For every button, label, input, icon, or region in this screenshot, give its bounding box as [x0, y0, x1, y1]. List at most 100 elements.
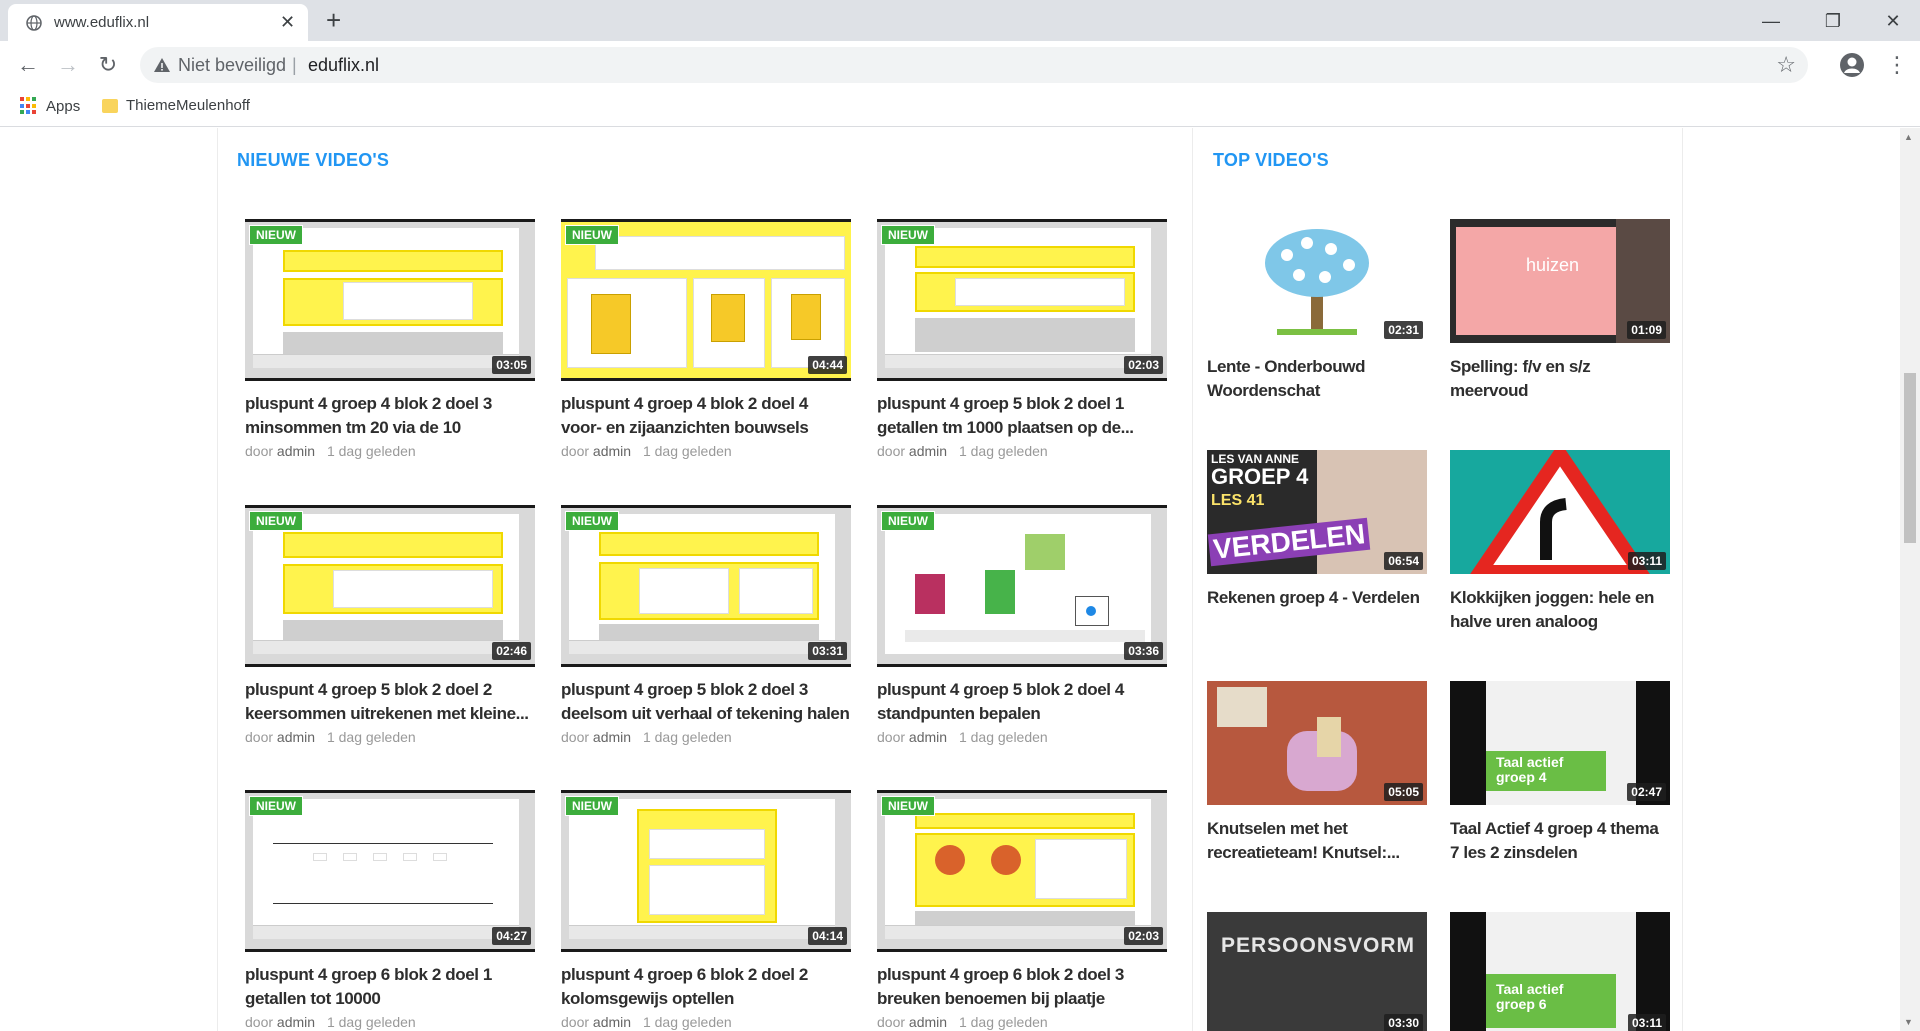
security-status[interactable]: Niet beveiligd — [178, 55, 286, 76]
restore-button[interactable]: ❐ — [1810, 6, 1856, 36]
video-thumbnail[interactable]: PERSOONSVORM 03:30 — [1207, 912, 1427, 1031]
video-card[interactable]: NIEUW 02:03 pluspunt 4 groep 6 blok 2 do… — [877, 790, 1167, 1030]
top-videos-heading: TOP VIDEO'S — [1213, 150, 1329, 170]
video-title[interactable]: pluspunt 4 groep 4 blok 2 doel 4 voor- e… — [561, 392, 851, 440]
video-card[interactable]: NIEUW 04:14 pluspunt 4 groep 6 blok 2 do… — [561, 790, 851, 1030]
video-thumbnail[interactable]: Taal actief groep 6 03:11 — [1450, 912, 1670, 1031]
top-video-card[interactable]: Taal actief groep 4 02:47 Taal Actief 4 … — [1450, 681, 1670, 865]
meta-by: door — [561, 729, 590, 745]
top-video-card[interactable]: PERSOONSVORM 03:30 — [1207, 912, 1427, 1031]
thumb-text: Taal actief groep 4 — [1496, 754, 1564, 785]
video-thumbnail[interactable]: NIEUW 03:05 — [245, 219, 535, 381]
video-thumbnail[interactable]: 03:11 — [1450, 450, 1670, 574]
scroll-down-icon[interactable]: ▼ — [1904, 1017, 1913, 1027]
author-link[interactable]: admin — [909, 1014, 947, 1030]
tab-close-icon[interactable]: ✕ — [280, 12, 295, 32]
duration-badge: 02:03 — [1124, 356, 1163, 374]
video-thumbnail[interactable]: NIEUW 02:46 — [245, 505, 535, 667]
star-icon[interactable]: ☆ — [1776, 52, 1796, 78]
slide-image — [253, 228, 519, 368]
thumb-text: PERSOONSVORM — [1221, 934, 1416, 957]
browser-tab[interactable]: www.eduflix.nl ✕ — [8, 4, 308, 41]
video-thumbnail[interactable]: NIEUW 02:03 — [877, 219, 1167, 381]
author-link[interactable]: admin — [593, 729, 631, 745]
top-video-card[interactable]: LES VAN ANNE GROEP 4 LES 41 VERDELEN 06:… — [1207, 450, 1427, 610]
author-link[interactable]: admin — [277, 443, 315, 459]
page-viewport: NIEUWE VIDEO'S TOP VIDEO'S NIEUW 03:05 p… — [0, 128, 1900, 1031]
video-thumbnail[interactable]: NIEUW 02:03 — [877, 790, 1167, 952]
video-title[interactable]: pluspunt 4 groep 5 blok 2 doel 2 keersom… — [245, 678, 535, 726]
top-video-card[interactable]: 05:05 Knutselen met het recreatieteam! K… — [1207, 681, 1427, 865]
video-card[interactable]: NIEUW 02:46 pluspunt 4 groep 5 blok 2 do… — [245, 505, 535, 745]
profile-icon[interactable] — [1838, 51, 1866, 79]
video-thumbnail[interactable]: 05:05 — [1207, 681, 1427, 805]
bookmark-thiememeulenhoff[interactable]: ThiemeMeulenhoff — [102, 97, 250, 114]
video-thumbnail[interactable]: huizen 01:09 — [1450, 219, 1670, 343]
video-meta: door admin 1 dag geleden — [877, 729, 1167, 745]
top-video-card[interactable]: huizen 01:09 Spelling: f/v en s/z meervo… — [1450, 219, 1670, 403]
forward-button[interactable]: → — [54, 51, 82, 79]
video-title[interactable]: pluspunt 4 groep 6 blok 2 doel 3 breuken… — [877, 963, 1167, 1011]
back-button[interactable]: ← — [14, 51, 42, 79]
bookmark-apps[interactable]: Apps — [20, 97, 80, 115]
page-scrollbar[interactable]: ▲ ▼ — [1900, 128, 1920, 1031]
close-window-button[interactable]: ✕ — [1870, 6, 1916, 36]
video-meta: door admin 1 dag geleden — [245, 1014, 535, 1030]
video-title[interactable]: Knutselen met het recreatieteam! Knutsel… — [1207, 817, 1427, 865]
video-thumbnail[interactable]: LES VAN ANNE GROEP 4 LES 41 VERDELEN 06:… — [1207, 450, 1427, 574]
video-title[interactable]: pluspunt 4 groep 6 blok 2 doel 2 kolomsg… — [561, 963, 851, 1011]
video-thumbnail[interactable]: NIEUW 03:36 — [877, 505, 1167, 667]
duration-badge: 03:11 — [1627, 1014, 1666, 1031]
new-videos-heading: NIEUWE VIDEO'S — [237, 150, 390, 170]
video-thumbnail[interactable]: 02:31 — [1207, 219, 1427, 343]
scroll-up-icon[interactable]: ▲ — [1904, 132, 1913, 142]
video-card[interactable]: NIEUW 03:36 pluspunt 4 groep 5 blok 2 do… — [877, 505, 1167, 745]
video-title[interactable]: Spelling: f/v en s/z meervoud — [1450, 355, 1670, 403]
video-card[interactable]: NIEUW 02:03 pluspunt 4 groep 5 blok 2 do… — [877, 219, 1167, 459]
author-link[interactable]: admin — [277, 729, 315, 745]
video-title[interactable]: pluspunt 4 groep 5 blok 2 doel 4 standpu… — [877, 678, 1167, 726]
video-title[interactable]: Klokkijken joggen: hele en halve uren an… — [1450, 586, 1670, 634]
video-title[interactable]: Taal Actief 4 groep 4 thema 7 les 2 zins… — [1450, 817, 1670, 865]
video-thumbnail[interactable]: NIEUW 04:27 — [245, 790, 535, 952]
top-video-card[interactable]: 03:11 Klokkijken joggen: hele en halve u… — [1450, 450, 1670, 634]
url-text[interactable]: eduflix.nl — [308, 55, 379, 76]
author-link[interactable]: admin — [277, 1014, 315, 1030]
video-card[interactable]: NIEUW 04:44 pluspunt 4 groep 4 blok 2 do… — [561, 219, 851, 459]
new-badge: NIEUW — [249, 796, 303, 816]
video-card[interactable]: NIEUW 03:31 pluspunt 4 groep 5 blok 2 do… — [561, 505, 851, 745]
meta-by: door — [561, 1014, 590, 1030]
video-title[interactable]: pluspunt 4 groep 5 blok 2 doel 3 deelsom… — [561, 678, 851, 726]
slide-image — [885, 799, 1151, 939]
video-thumbnail[interactable]: NIEUW 04:44 — [561, 219, 851, 381]
reload-button[interactable]: ↻ — [94, 51, 122, 79]
video-title[interactable]: Rekenen groep 4 - Verdelen — [1207, 586, 1427, 610]
author-link[interactable]: admin — [909, 443, 947, 459]
duration-badge: 02:46 — [492, 642, 531, 660]
video-card[interactable]: NIEUW 04:27 pluspunt 4 groep 6 blok 2 do… — [245, 790, 535, 1030]
video-card[interactable]: NIEUW 03:05 pluspunt 4 groep 4 blok 2 do… — [245, 219, 535, 459]
address-bar[interactable]: Niet beveiligd | eduflix.nl ☆ — [140, 47, 1808, 83]
video-title[interactable]: pluspunt 4 groep 4 blok 2 doel 3 minsomm… — [245, 392, 535, 440]
author-link[interactable]: admin — [909, 729, 947, 745]
video-meta: door admin 1 dag geleden — [561, 729, 851, 745]
warning-icon[interactable] — [152, 55, 172, 75]
video-title[interactable]: Lente - Onderbouwd Woordenschat — [1207, 355, 1427, 403]
author-link[interactable]: admin — [593, 443, 631, 459]
top-video-card[interactable]: 02:31 Lente - Onderbouwd Woordenschat — [1207, 219, 1427, 403]
new-tab-button[interactable]: + — [326, 6, 341, 34]
duration-badge: 03:05 — [492, 356, 531, 374]
video-title[interactable]: pluspunt 4 groep 6 blok 2 doel 1 getalle… — [245, 963, 535, 1011]
video-meta: door admin 1 dag geleden — [245, 729, 535, 745]
top-video-card[interactable]: Taal actief groep 6 03:11 — [1450, 912, 1670, 1031]
video-thumbnail[interactable]: NIEUW 04:14 — [561, 790, 851, 952]
video-thumbnail[interactable]: NIEUW 03:31 — [561, 505, 851, 667]
video-date: 1 dag geleden — [958, 1014, 1048, 1030]
minimize-button[interactable]: — — [1748, 6, 1794, 36]
video-thumbnail[interactable]: Taal actief groep 4 02:47 — [1450, 681, 1670, 805]
scroll-thumb[interactable] — [1904, 373, 1916, 543]
video-title[interactable]: pluspunt 4 groep 5 blok 2 doel 1 getalle… — [877, 392, 1167, 440]
video-date: 1 dag geleden — [642, 443, 732, 459]
author-link[interactable]: admin — [593, 1014, 631, 1030]
menu-icon[interactable]: ⋮ — [1886, 51, 1908, 79]
